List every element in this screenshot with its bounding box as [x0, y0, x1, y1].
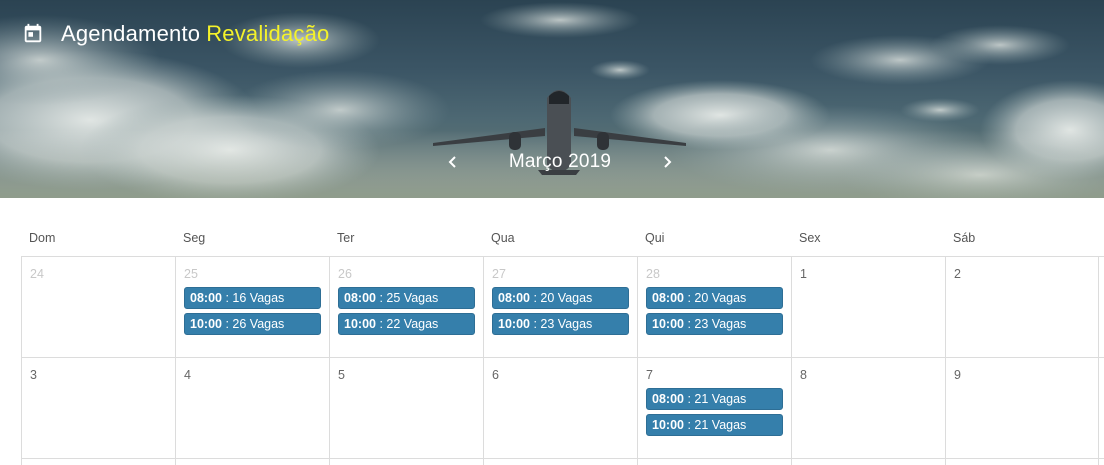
- weekday-header: Qua: [491, 231, 515, 245]
- calendar-day-cell[interactable]: 3: [21, 358, 175, 458]
- day-number: 2: [954, 267, 961, 281]
- time-slot-button[interactable]: 08:00 : 25 Vagas: [338, 287, 475, 309]
- month-navigation: Março 2019: [440, 148, 680, 176]
- day-number: 1: [800, 267, 807, 281]
- calendar-day-cell[interactable]: 8: [791, 358, 945, 458]
- day-number: 9: [954, 368, 961, 382]
- calendar-icon: [22, 23, 44, 45]
- day-number: 6: [492, 368, 499, 382]
- page-title: Agendamento Revalidação: [61, 21, 329, 47]
- calendar-day-cell[interactable]: 27 08:00 : 20 Vagas 10:00 : 23 Vagas: [483, 257, 637, 357]
- slot-time: 10:00: [652, 418, 684, 432]
- calendar-day-cell[interactable]: 4: [175, 358, 329, 458]
- time-slot-button[interactable]: 08:00 : 21 Vagas: [646, 388, 783, 410]
- day-number: 24: [30, 267, 44, 281]
- chevron-left-icon: [448, 156, 456, 168]
- calendar-day-cell[interactable]: 28 08:00 : 20 Vagas 10:00 : 23 Vagas: [637, 257, 791, 357]
- slot-vacancies: : 20 Vagas: [529, 291, 593, 305]
- slot-vacancies: : 23 Vagas: [529, 317, 593, 331]
- weekday-header: Sáb: [953, 231, 976, 245]
- time-slot-button[interactable]: 10:00 : 26 Vagas: [184, 313, 321, 335]
- day-number: 25: [184, 267, 198, 281]
- slot-vacancies: : 23 Vagas: [683, 317, 747, 331]
- slot-time: 08:00: [190, 291, 222, 305]
- slot-time: 10:00: [190, 317, 222, 331]
- current-month-label: Março 2019: [508, 151, 612, 172]
- day-number: 27: [492, 267, 506, 281]
- slot-time: 08:00: [344, 291, 376, 305]
- calendar-day-cell[interactable]: 26 08:00 : 25 Vagas 10:00 : 22 Vagas: [329, 257, 483, 357]
- time-slot-button[interactable]: 10:00 : 22 Vagas: [338, 313, 475, 335]
- weekday-header: Sex: [799, 231, 821, 245]
- slot-time: 08:00: [652, 392, 684, 406]
- slot-time: 10:00: [652, 317, 684, 331]
- day-number: 8: [800, 368, 807, 382]
- next-month-button[interactable]: [654, 149, 680, 175]
- page-title-highlight: Revalidação: [206, 21, 330, 46]
- slot-vacancies: : 26 Vagas: [221, 317, 285, 331]
- time-slot-button[interactable]: 10:00 : 23 Vagas: [646, 313, 783, 335]
- time-slot-button[interactable]: 08:00 : 16 Vagas: [184, 287, 321, 309]
- calendar-day-cell[interactable]: 2: [945, 257, 1099, 357]
- slot-vacancies: : 22 Vagas: [375, 317, 439, 331]
- calendar-day-cell[interactable]: 1: [791, 257, 945, 357]
- hero-banner: Agendamento Revalidação Março 2019: [0, 0, 1104, 198]
- calendar-week: [21, 458, 1104, 465]
- slot-time: 10:00: [498, 317, 530, 331]
- calendar-day-cell[interactable]: 9: [945, 358, 1099, 458]
- weekday-header: Dom: [29, 231, 56, 245]
- time-slot-button[interactable]: 10:00 : 21 Vagas: [646, 414, 783, 436]
- calendar-day-cell[interactable]: 6: [483, 358, 637, 458]
- calendar-week: 3 4 5 6 7 08:00 : 21 Vagas 10:00 : 21 Va…: [21, 357, 1104, 458]
- weekday-header: Qui: [645, 231, 665, 245]
- time-slot-button[interactable]: 08:00 : 20 Vagas: [646, 287, 783, 309]
- calendar-day-cell[interactable]: 25 08:00 : 16 Vagas 10:00 : 26 Vagas: [175, 257, 329, 357]
- app-header: Agendamento Revalidação: [22, 20, 329, 48]
- time-slot-button[interactable]: 08:00 : 20 Vagas: [492, 287, 629, 309]
- slot-time: 08:00: [498, 291, 530, 305]
- page-title-main: Agendamento: [61, 21, 201, 46]
- day-number: 3: [30, 368, 37, 382]
- calendar-day-cell[interactable]: 7 08:00 : 21 Vagas 10:00 : 21 Vagas: [637, 358, 791, 458]
- weekday-header: Seg: [183, 231, 206, 245]
- time-slot-button[interactable]: 10:00 : 23 Vagas: [492, 313, 629, 335]
- calendar-day-cell[interactable]: [175, 459, 329, 465]
- day-number: 26: [338, 267, 352, 281]
- day-number: 7: [646, 368, 653, 382]
- calendar-day-cell[interactable]: [791, 459, 945, 465]
- day-number: 4: [184, 368, 191, 382]
- calendar-grid: Dom Seg Ter Qua Qui Sex Sáb 24 25 08:00 …: [21, 220, 1104, 465]
- slot-vacancies: : 20 Vagas: [683, 291, 747, 305]
- day-number: 5: [338, 368, 345, 382]
- slot-vacancies: : 21 Vagas: [683, 418, 747, 432]
- slot-vacancies: : 21 Vagas: [683, 392, 747, 406]
- calendar-day-cell[interactable]: 5: [329, 358, 483, 458]
- slot-vacancies: : 16 Vagas: [221, 291, 285, 305]
- calendar-day-cell[interactable]: [637, 459, 791, 465]
- calendar-day-cell[interactable]: [329, 459, 483, 465]
- calendar-day-cell[interactable]: [483, 459, 637, 465]
- chevron-right-icon: [664, 156, 672, 168]
- calendar-day-cell[interactable]: 24: [21, 257, 175, 357]
- previous-month-button[interactable]: [440, 149, 466, 175]
- calendar-week: 24 25 08:00 : 16 Vagas 10:00 : 26 Vagas …: [21, 256, 1104, 357]
- weekday-header-row: Dom Seg Ter Qua Qui Sex Sáb: [21, 220, 1104, 256]
- day-number: 28: [646, 267, 660, 281]
- slot-time: 10:00: [344, 317, 376, 331]
- weekday-header: Ter: [337, 231, 355, 245]
- calendar-day-cell[interactable]: [945, 459, 1099, 465]
- calendar-day-cell[interactable]: [21, 459, 175, 465]
- slot-time: 08:00: [652, 291, 684, 305]
- slot-vacancies: : 25 Vagas: [375, 291, 439, 305]
